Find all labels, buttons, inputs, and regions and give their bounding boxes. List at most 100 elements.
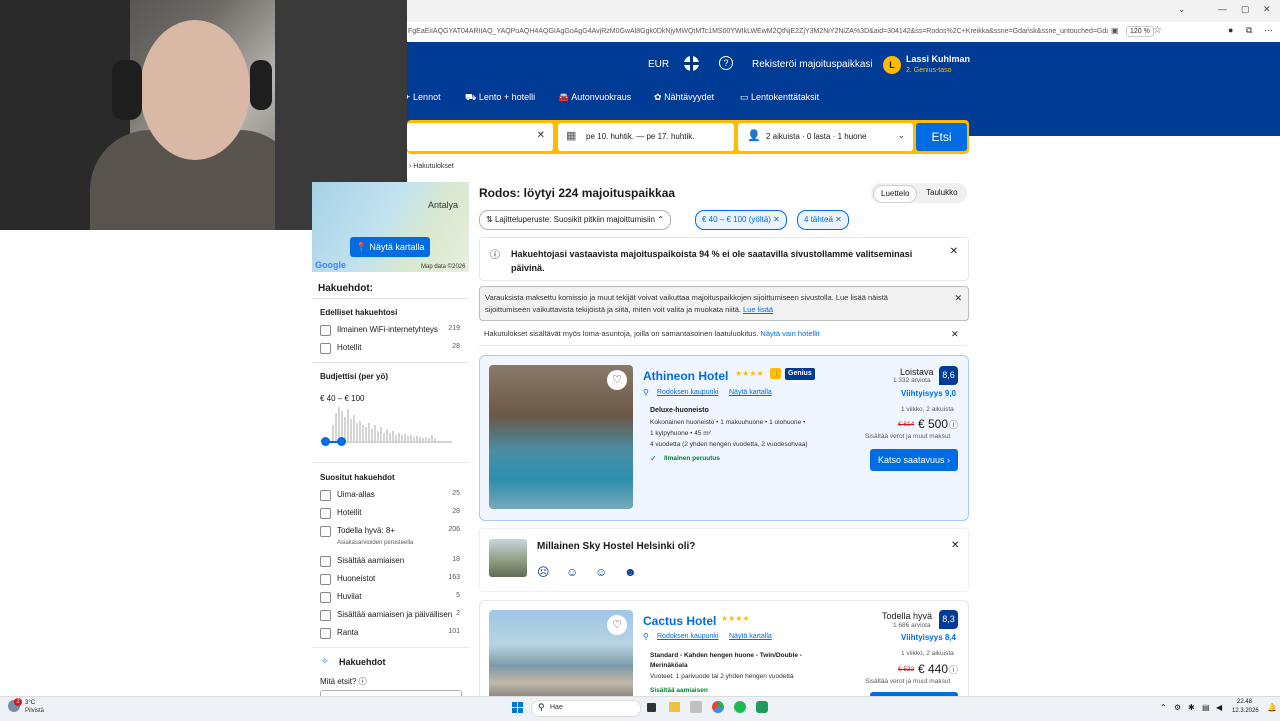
tray-app-icon[interactable]: ⚙ [1174, 703, 1181, 712]
user-name[interactable]: Lassi Kuhlman [906, 54, 970, 64]
checkbox[interactable] [320, 610, 331, 621]
clock-date[interactable]: 12.3.2026 [1232, 708, 1259, 714]
view-list-button[interactable]: Luettelo [873, 185, 918, 203]
register-property-link[interactable]: Rekisteröi majoituspaikkasi [752, 59, 873, 70]
checkbox[interactable] [320, 556, 331, 567]
show-on-map-link[interactable]: Näytä kartalla [729, 633, 772, 640]
checkbox[interactable] [320, 574, 331, 585]
reader-icon[interactable]: ▣ [1111, 26, 1119, 35]
filter-hotels-previous[interactable]: Hotellit 28 [320, 342, 460, 356]
clock-time[interactable]: 22.48 [1237, 699, 1252, 705]
checkbox[interactable] [320, 628, 331, 639]
hotel-name[interactable]: Cactus Hotel [643, 614, 716, 628]
spotify-icon[interactable] [734, 701, 746, 713]
help-icon[interactable]: ? [719, 56, 733, 70]
show-on-map-button[interactable]: 📍 Näytä kartalla [350, 237, 430, 257]
maximize-icon[interactable]: ▢ [1241, 4, 1250, 15]
hotel-area-link[interactable]: Rodoksen kaupunki [657, 389, 719, 396]
filter-hotels[interactable]: Hotellit 28 [320, 507, 460, 521]
chip-price-filter[interactable]: € 40 – € 100 (yöltä) ✕ [695, 210, 787, 230]
checkbox[interactable] [320, 508, 331, 519]
language-flag-icon[interactable] [684, 56, 699, 71]
breadcrumb[interactable]: › Hakutulokset [409, 163, 454, 170]
close-icon[interactable]: ✕ [951, 540, 959, 551]
app-icon[interactable] [690, 701, 702, 713]
review-score[interactable]: 8,6 [939, 366, 958, 385]
see-availability-button[interactable]: Katso saatavuus › [870, 449, 958, 471]
checkbox[interactable] [320, 490, 331, 501]
close-icon[interactable]: ✕ [950, 246, 958, 257]
task-view-icon[interactable] [647, 703, 656, 712]
url-text[interactable]: FgEaEiIAQGYAT04ARIIAQ_YAQPoAQH4AQGIAgGoA… [408, 25, 1108, 39]
close-window-icon[interactable]: ✕ [1263, 4, 1271, 15]
favorite-heart-icon[interactable]: ♡ [607, 370, 627, 390]
hotel-area-link[interactable]: Rodoksen kaupunki [657, 633, 719, 640]
tray-volume-icon[interactable]: ◀ [1216, 703, 1222, 712]
price-info-icon[interactable]: ⓘ [949, 418, 958, 431]
price-info-icon[interactable]: ⓘ [949, 663, 958, 676]
filter-breakfast[interactable]: Sisältää aamiaisen 18 [320, 555, 460, 569]
tray-network-icon[interactable]: ▤ [1202, 703, 1210, 712]
favorite-heart-icon[interactable]: ♡ [607, 615, 627, 635]
destination-field[interactable]: ✕ [407, 123, 553, 151]
filter-pool[interactable]: Uima-allas 25 [320, 489, 460, 503]
chip-stars-filter[interactable]: 4 tähteä ✕ [797, 210, 849, 230]
checkbox[interactable] [320, 592, 331, 603]
windows-start-icon[interactable] [512, 702, 523, 713]
neutral-face-icon[interactable]: ☺ [566, 565, 578, 579]
tab-list-icon[interactable]: ⌄ [1178, 4, 1186, 15]
review-score[interactable]: 8,3 [939, 610, 958, 629]
currency-selector[interactable]: EUR [648, 59, 669, 70]
app-green-icon[interactable] [756, 701, 768, 713]
nav-flight-hotel[interactable]: ⛟ Lento + hotelli [465, 92, 535, 104]
filter-beach[interactable]: Ranta 101 [320, 627, 460, 641]
nav-attractions[interactable]: ✿ Nähtävyydet [654, 92, 714, 103]
filter-very-good[interactable]: Todella hyvä: 8+ 206 [320, 525, 460, 539]
extension-icon[interactable]: ● [1228, 25, 1233, 35]
zoom-level[interactable]: 120 % [1126, 26, 1154, 37]
bookmark-star-icon[interactable]: ☆ [1153, 25, 1162, 36]
taskbar-search[interactable]: ⚲ Hae [531, 700, 641, 717]
nav-car-rental[interactable]: 🚘 Autonvuokraus [558, 92, 631, 103]
remove-chip-icon[interactable]: ✕ [773, 215, 780, 224]
tray-bluetooth-icon[interactable]: ✱ [1188, 703, 1195, 712]
tray-chevron-icon[interactable]: ⌃ [1160, 703, 1167, 712]
filter-villas[interactable]: Huvilat 5 [320, 591, 460, 605]
guests-field[interactable]: 👤 2 aikuista · 0 lasta · 1 huone ⌄ [738, 123, 913, 151]
hotel-name[interactable]: Athineon Hotel [643, 369, 728, 383]
checkbox[interactable] [320, 526, 331, 537]
very-sad-face-icon[interactable]: ☹ [537, 565, 550, 579]
filter-half-board[interactable]: Sisältää aamiaisen ja päivällisen 2 [320, 609, 460, 623]
happy-face-icon[interactable]: ☺ [595, 565, 607, 579]
minimize-icon[interactable]: — [1218, 4, 1227, 14]
menu-dots-icon[interactable]: ⋯ [1264, 25, 1273, 36]
show-on-map-link[interactable]: Näytä kartalla [729, 389, 772, 396]
filter-apartments[interactable]: Huoneistot 163 [320, 573, 460, 587]
budget-min-handle[interactable] [321, 437, 330, 446]
view-grid-button[interactable]: Taulukko [919, 184, 965, 202]
clear-destination-icon[interactable]: ✕ [537, 130, 545, 141]
map-preview[interactable] [312, 182, 469, 272]
close-icon[interactable]: ✕ [951, 329, 959, 340]
nav-airport-taxis[interactable]: ▭ Lentokenttätaksit [740, 92, 819, 103]
filter-wifi[interactable]: Ilmainen WiFi-internetyhteys 219 [320, 324, 460, 338]
checkbox[interactable] [320, 343, 331, 354]
file-explorer-icon[interactable] [669, 702, 680, 712]
collections-icon[interactable]: ⧉ [1246, 25, 1252, 36]
commission-notice: Varauksista maksettu komissio ja muut te… [479, 286, 969, 321]
sort-dropdown[interactable]: ⇅ Lajitteluperuste: Suosikit pitkiin maj… [479, 210, 671, 230]
read-more-link[interactable]: Lue lisää [743, 305, 773, 314]
avatar[interactable]: L [883, 56, 901, 74]
very-happy-face-icon[interactable]: ☻ [624, 565, 637, 579]
location-pin-icon: ⚲ [643, 388, 649, 397]
remove-chip-icon[interactable]: ✕ [835, 215, 842, 224]
show-only-hotels-link[interactable]: Näytä vain hotellit [760, 329, 819, 338]
search-button[interactable]: Etsi [916, 123, 967, 151]
close-icon[interactable]: ✕ [954, 293, 962, 304]
checkbox[interactable] [320, 325, 331, 336]
budget-max-handle[interactable] [337, 437, 346, 446]
nav-flights[interactable]: ✈ Lennot [403, 92, 441, 103]
notifications-bell-icon[interactable]: 🔔 [1267, 703, 1277, 712]
dates-field[interactable]: ▦ pe 10. huhtik. — pe 17. huhtik. [558, 123, 734, 151]
browser-icon[interactable] [712, 701, 724, 713]
